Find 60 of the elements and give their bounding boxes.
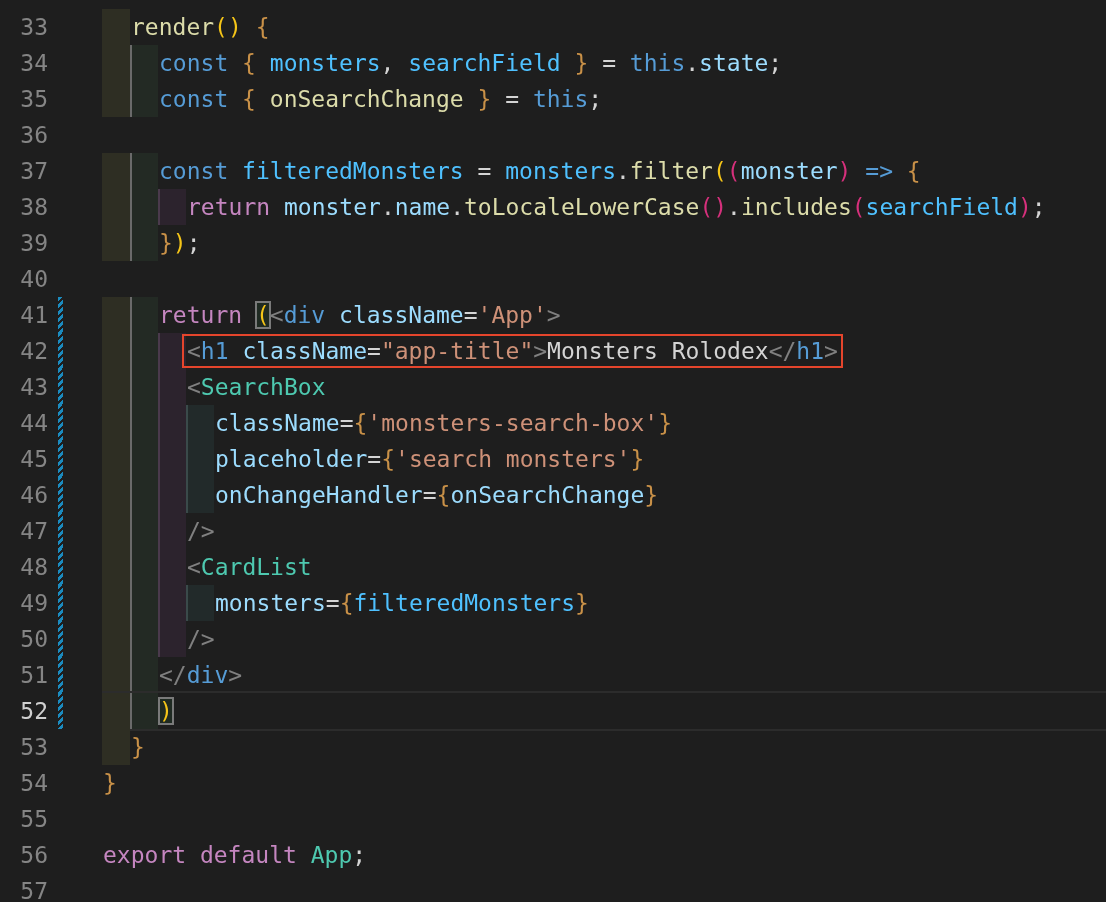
- line-number: 33: [19, 13, 48, 42]
- line-number: 38: [19, 193, 48, 222]
- line-number: 52: [19, 697, 48, 726]
- line-number: 55: [19, 805, 48, 834]
- code-line: });: [158, 229, 202, 258]
- code-line: const { monsters, searchField } = this.state;: [158, 49, 784, 78]
- code-line: monsters={filteredMonsters}: [214, 589, 590, 618]
- code-line: return (<div className='App'>: [158, 301, 562, 330]
- line-number: 51: [19, 661, 48, 690]
- indent-guide: [102, 81, 130, 117]
- line-number: 49: [19, 589, 48, 618]
- indent-guide: [130, 297, 158, 333]
- code-line: className={'monsters-search-box'}: [214, 409, 673, 438]
- line-number: 40: [19, 265, 48, 294]
- code-line: placeholder={'search monsters'}: [214, 445, 646, 474]
- line-number: 39: [19, 229, 48, 258]
- line-number: 46: [19, 481, 48, 510]
- indent-guide: [158, 189, 186, 225]
- line-number: 47: [19, 517, 48, 546]
- indent-guide: [130, 225, 158, 261]
- indent-guide: [130, 45, 158, 81]
- indent-guide: [102, 153, 130, 189]
- line-number: 56: [19, 841, 48, 870]
- code-line: />: [186, 625, 216, 654]
- line-number: 37: [19, 157, 48, 186]
- line-number: 45: [19, 445, 48, 474]
- line-number: 48: [19, 553, 48, 582]
- code-line: const { onSearchChange } = this;: [158, 85, 604, 114]
- code-line: onChangeHandler={onSearchChange}: [214, 481, 660, 510]
- indent-guide: [102, 225, 130, 261]
- line-number: 53: [19, 733, 48, 762]
- code-line: />: [186, 517, 216, 546]
- line-number: 43: [19, 373, 48, 402]
- line-number: 35: [19, 85, 48, 114]
- line-number: 34: [19, 49, 48, 78]
- code-line: <CardList: [186, 553, 313, 582]
- code-line: return monster.name.toLocaleLowerCase().includes(searchField);: [186, 193, 1047, 222]
- line-number: 57: [19, 877, 48, 902]
- line-number: 42: [19, 337, 48, 366]
- code-line: export default App;: [102, 841, 368, 870]
- line-number: 36: [19, 121, 48, 150]
- indent-guide: [186, 585, 214, 621]
- code-line: }: [102, 769, 118, 798]
- code-line: const filteredMonsters = monsters.filter((monster) => {: [158, 157, 922, 186]
- indent-guide: [186, 477, 214, 513]
- indent-guide: [158, 333, 186, 369]
- code-line: <SearchBox: [186, 373, 327, 402]
- line-number: 41: [19, 301, 48, 330]
- indent-guide: [186, 405, 214, 441]
- indent-guide: [130, 153, 158, 189]
- line-number: 44: [19, 409, 48, 438]
- code-line: render() {: [130, 13, 271, 42]
- code-line: }: [130, 733, 146, 762]
- line-number: 54: [19, 769, 48, 798]
- indent-guide: [130, 81, 158, 117]
- code-line: </div>: [158, 661, 244, 690]
- line-number: 50: [19, 625, 48, 654]
- indent-guide: [158, 621, 186, 657]
- indent-guide: [102, 9, 130, 45]
- indent-guide: [102, 297, 130, 333]
